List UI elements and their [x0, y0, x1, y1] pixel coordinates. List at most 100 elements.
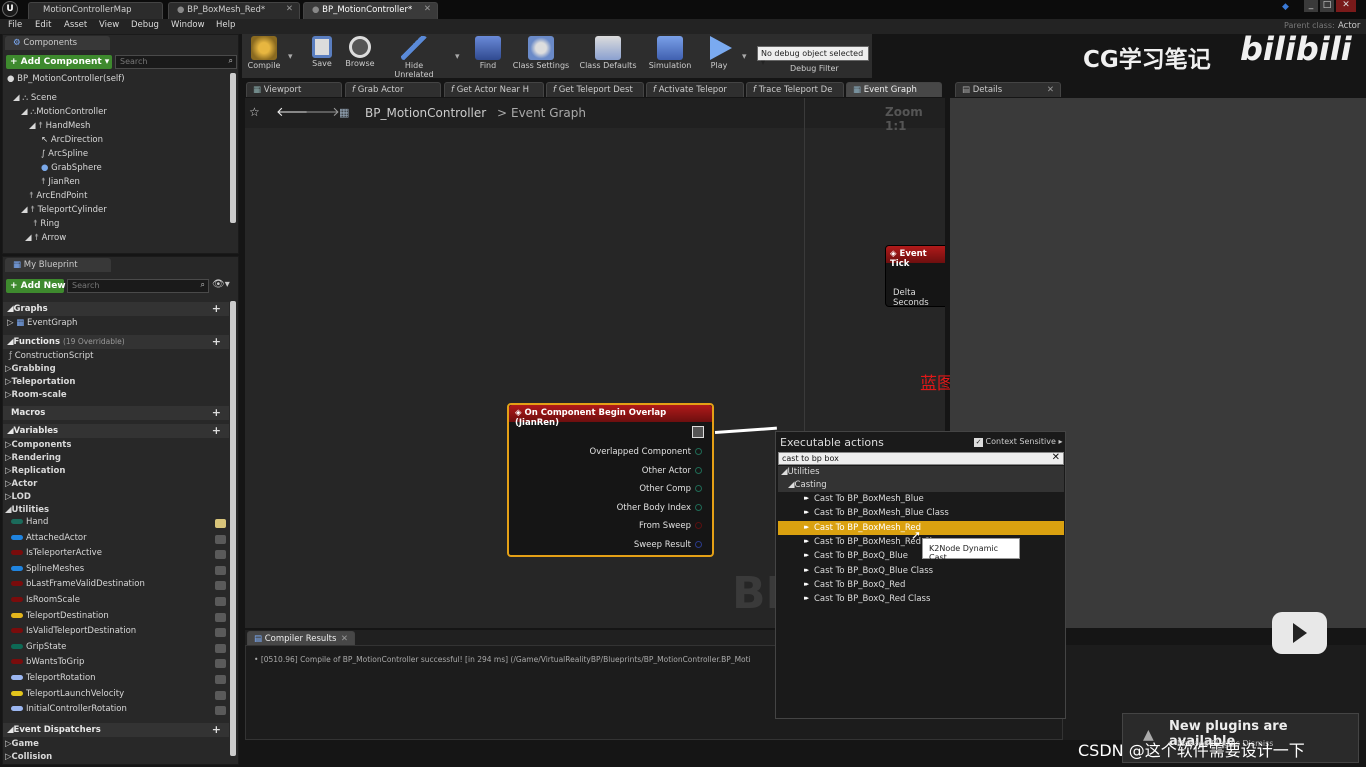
close-window-icon[interactable]: ✕ [1336, 0, 1356, 12]
close-icon[interactable]: ✕ [1047, 85, 1054, 95]
dispatcher-category-collision[interactable]: ▷Collision [5, 752, 52, 766]
category-utilities[interactable]: ◢Utilities [778, 466, 1064, 479]
close-icon[interactable]: ✕ [286, 4, 293, 14]
doc-tab-boxmesh-red[interactable]: ● BP_BoxMesh_Red* ✕ [168, 2, 300, 19]
star-icon[interactable]: ☆ [249, 105, 260, 119]
tree-grabsphere[interactable]: ● GrabSphere [41, 163, 102, 177]
add-function-icon[interactable]: + [212, 335, 221, 348]
variable-category[interactable]: ▷Rendering [5, 453, 61, 467]
visibility-eye-icon[interactable] [215, 690, 226, 700]
tree-scene[interactable]: ◢ ⛬ Scene [13, 93, 57, 107]
variable-category[interactable]: ▷Replication [5, 466, 65, 480]
chevron-down-icon[interactable]: ▾ [288, 52, 293, 62]
visibility-eye-icon[interactable] [215, 612, 226, 622]
variable-item[interactable]: TeleportDestination [11, 611, 226, 626]
sweep-result-pin[interactable]: Sweep Result [634, 540, 702, 550]
add-variable-icon[interactable]: + [212, 424, 221, 437]
variable-item[interactable]: AttachedActor [11, 533, 226, 548]
variable-category[interactable]: ▷LOD [5, 492, 31, 506]
other-comp-pin[interactable]: Other Comp [639, 484, 702, 494]
menu-window[interactable]: Window [171, 20, 205, 30]
action-item[interactable]: ▸▸ Cast To BP_BoxMesh_Blue Class [778, 506, 1064, 520]
variable-item[interactable]: GripState [11, 642, 226, 657]
tree-arrow[interactable]: ◢ ☨ Arrow [25, 233, 66, 247]
visibility-eye-icon[interactable] [215, 643, 226, 653]
visibility-eye-icon[interactable] [215, 565, 226, 575]
variable-item[interactable]: InitialControllerRotation [11, 704, 226, 719]
scrollbar[interactable] [230, 73, 236, 223]
visibility-eye-icon[interactable] [215, 550, 226, 560]
tab-event-graph[interactable]: ▦ Event Graph [846, 82, 942, 97]
variable-item[interactable]: bWantsToGrip [11, 657, 226, 672]
functions-header[interactable]: ◢Functions (19 Overridable) + [3, 335, 229, 349]
my-blueprint-tab[interactable]: ▦ My Blueprint [5, 258, 111, 272]
chevron-down-icon[interactable]: ▾ [742, 52, 747, 62]
event-dispatchers-header[interactable]: ◢Event Dispatchers + [3, 723, 229, 737]
clear-icon[interactable]: ✕ [1052, 452, 1060, 463]
close-icon[interactable]: ✕ [341, 634, 348, 644]
debug-object-select[interactable]: No debug object selected ▾ [757, 46, 869, 67]
add-macro-icon[interactable]: + [212, 406, 221, 419]
tab-viewport[interactable]: ▦ Viewport [246, 82, 342, 97]
other-actor-pin[interactable]: Other Actor [642, 466, 702, 476]
menu-edit[interactable]: Edit [35, 20, 51, 30]
forward-arrow-icon[interactable]: 🡒 [305, 104, 340, 120]
action-item[interactable]: ▸▸ Cast To BP_BoxQ_Blue Class [778, 564, 1064, 578]
hide-unrelated-button[interactable]: Hide Unrelated [385, 34, 443, 79]
bilibili-play-icon[interactable] [1272, 612, 1327, 654]
on-component-begin-overlap-node[interactable]: ◈ On Component Begin Overlap (JianRen) O… [507, 403, 714, 557]
function-category-teleportation[interactable]: ▷Teleportation [5, 377, 75, 391]
dispatcher-category-game[interactable]: ▷Game [5, 739, 39, 753]
variable-item[interactable]: SplineMeshes [11, 564, 226, 579]
visibility-eye-icon[interactable] [215, 519, 226, 528]
function-constructionscript[interactable]: ƒ ConstructionScript [9, 351, 93, 365]
menu-help[interactable]: Help [216, 20, 235, 30]
menu-file[interactable]: File [8, 20, 22, 30]
visibility-eye-icon[interactable] [215, 706, 226, 716]
components-tab[interactable]: ⚙ Components [5, 36, 110, 50]
variable-category[interactable]: ▷Actor [5, 479, 37, 493]
doc-tab-motioncontroller[interactable]: ● BP_MotionController* ✕ [303, 2, 438, 19]
variable-item[interactable]: IsValidTeleportDestination [11, 626, 226, 641]
minimize-icon[interactable]: _ [1304, 0, 1318, 12]
event-tick-node[interactable]: ◈ Event Tick Delta Seconds [885, 245, 945, 308]
doc-tab-map[interactable]: MotionControllerMap [28, 2, 163, 19]
from-sweep-pin[interactable]: From Sweep [639, 521, 702, 531]
components-search-input[interactable]: Search ⌕ [115, 55, 237, 69]
tab-details[interactable]: ▤ Details ✕ [955, 82, 1061, 97]
checkbox-checked-icon[interactable]: ✓ [974, 438, 983, 447]
breadcrumb-bp[interactable]: BP_MotionController [365, 106, 486, 120]
graph-eventgraph[interactable]: ▷ ▦ EventGraph [7, 318, 77, 332]
tab-get-teleport-dest[interactable]: f Get Teleport Dest [546, 82, 644, 97]
tab-get-actor-near-hand[interactable]: f Get Actor Near H [444, 82, 544, 97]
other-body-index-pin[interactable]: Other Body Index [617, 503, 702, 513]
tree-teleportcylinder[interactable]: ◢ ☨ TeleportCylinder [21, 205, 107, 219]
variables-header[interactable]: ◢Variables + [3, 424, 229, 438]
function-category-roomscale[interactable]: ▷Room-scale [5, 390, 67, 404]
class-settings-button[interactable]: Class Settings [512, 34, 570, 76]
action-item[interactable]: ▸▸ Cast To BP_BoxQ_Blue [778, 549, 1064, 563]
chevron-down-icon[interactable]: ▾ [455, 52, 460, 62]
tab-trace-teleport-dest[interactable]: f Trace Teleport De [746, 82, 844, 97]
category-casting[interactable]: ◢Casting [778, 479, 1064, 492]
variable-item[interactable]: IsRoomScale [11, 595, 226, 610]
tree-motioncontroller[interactable]: ◢ ⛬MotionController [21, 107, 107, 121]
visibility-eye-icon[interactable] [215, 659, 226, 669]
tab-grab-actor[interactable]: f Grab Actor [345, 82, 441, 97]
find-button[interactable]: Find [472, 34, 504, 76]
add-new-button[interactable]: + Add New ▾ [6, 279, 73, 293]
visibility-eye-icon[interactable] [215, 534, 226, 544]
scrollbar[interactable] [230, 301, 236, 756]
close-icon[interactable]: ✕ [424, 4, 431, 14]
function-category-grabbing[interactable]: ▷Grabbing [5, 364, 56, 378]
play-button[interactable]: Play [700, 34, 738, 76]
tree-ring[interactable]: ☨ Ring [33, 219, 59, 233]
tree-arcdirection[interactable]: ↖ ArcDirection [41, 135, 103, 149]
action-item[interactable]: ▸▸ Cast To BP_BoxQ_Red Class [778, 592, 1064, 606]
notification-icon[interactable]: ◆ [1282, 2, 1292, 12]
tree-handmesh[interactable]: ◢ ☨ HandMesh [29, 121, 90, 135]
delta-seconds-pin[interactable]: Delta Seconds [893, 288, 945, 308]
blueprint-search-input[interactable]: Search ⌕ [67, 279, 209, 293]
compile-button[interactable]: Compile [246, 34, 282, 76]
browse-button[interactable]: Browse [342, 34, 378, 76]
